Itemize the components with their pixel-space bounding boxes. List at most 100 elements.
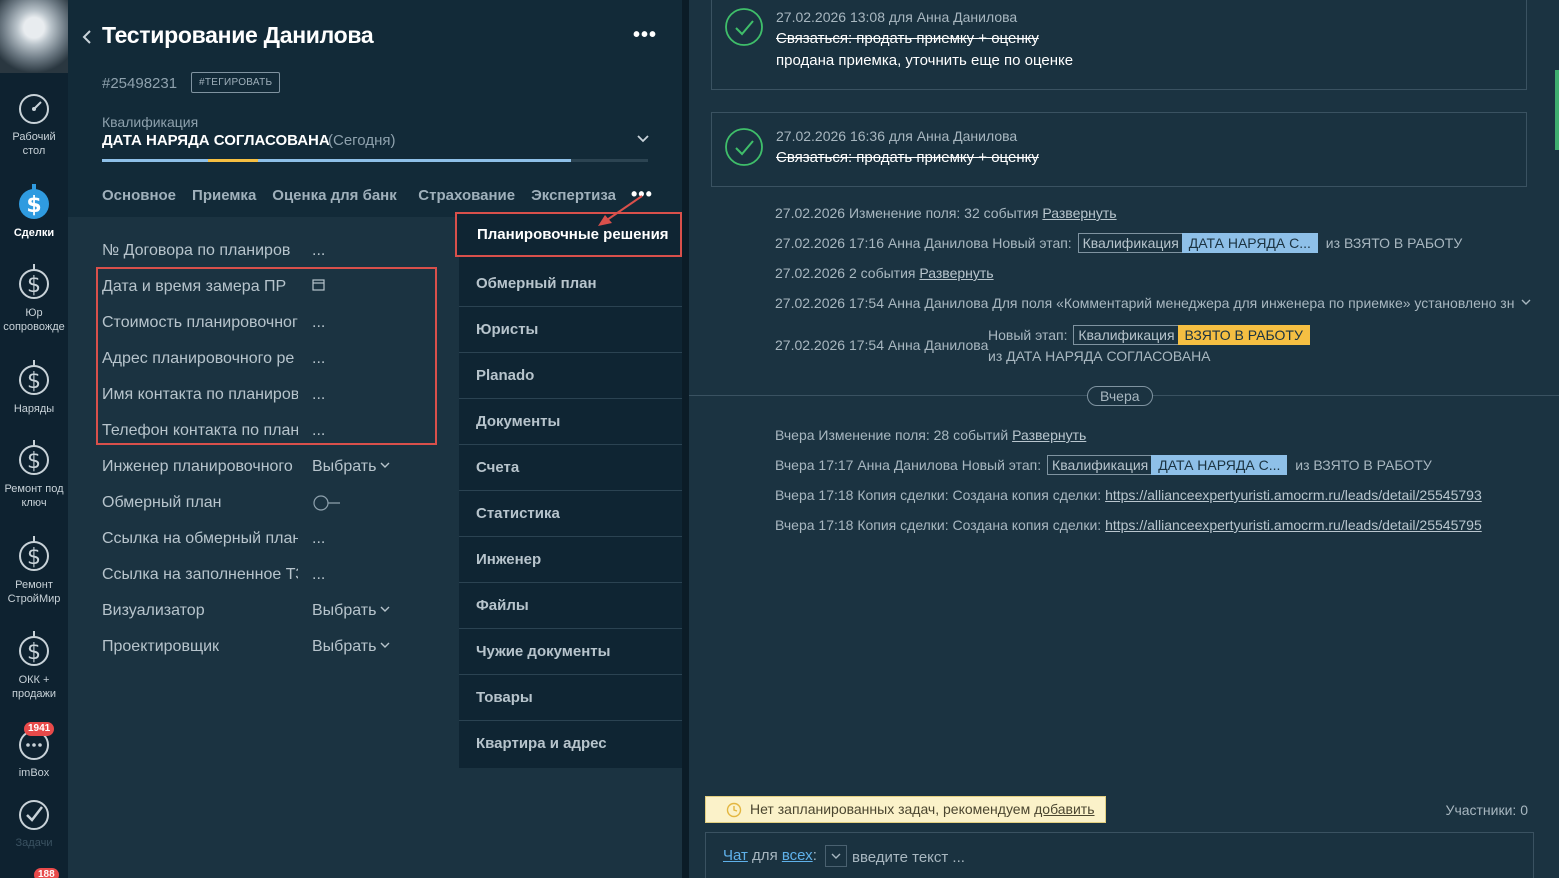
expand-link[interactable]: Развернуть bbox=[919, 265, 993, 281]
menu-item[interactable]: Planado bbox=[459, 354, 682, 399]
svg-text:$: $ bbox=[26, 193, 41, 218]
card-title[interactable]: Тестирование Данилова bbox=[102, 22, 374, 49]
scrollbar[interactable] bbox=[1555, 70, 1559, 150]
participants-count[interactable]: Участники: 0 bbox=[1446, 802, 1528, 818]
field-value[interactable] bbox=[312, 278, 325, 296]
task-result: продана приемка, уточнить еще по оценке bbox=[776, 52, 1074, 69]
menu-item[interactable]: Файлы bbox=[459, 584, 682, 629]
field-value[interactable]: ... bbox=[312, 242, 325, 260]
feed-event: Вчера 17:18 Копия сделки: Создана копия … bbox=[775, 487, 1482, 503]
expand-link[interactable]: Развернуть bbox=[1042, 205, 1116, 221]
back-arrow-icon[interactable] bbox=[80, 28, 94, 46]
field-row[interactable]: Адрес планировочного ре ... bbox=[102, 350, 462, 374]
tab-main[interactable]: Основное bbox=[102, 187, 176, 204]
nav-label: Рабочий стол bbox=[12, 131, 56, 157]
user-avatar[interactable] bbox=[0, 0, 68, 73]
field-label: Обмерный план bbox=[102, 494, 222, 511]
menu-item[interactable]: Чужие документы bbox=[459, 630, 682, 675]
event-text: из ДАТА НАРЯДА СОГЛАСОВАНА bbox=[988, 348, 1211, 364]
menu-item[interactable]: Обмерный план bbox=[459, 262, 682, 307]
lead-link[interactable]: https://allianceexpertyuristi.amocrm.ru/… bbox=[1105, 487, 1482, 503]
feed-event[interactable]: 27.02.2026 17:54 Анна Данилова Для поля … bbox=[775, 295, 1531, 311]
recipient-select[interactable] bbox=[825, 845, 847, 867]
stage-date: (Сегодня) bbox=[328, 132, 396, 149]
tab-acceptance[interactable]: Приемка bbox=[192, 187, 256, 204]
field-select[interactable]: Выбрать bbox=[312, 602, 390, 620]
check-circle-icon[interactable] bbox=[724, 127, 764, 167]
menu-item[interactable]: Товары bbox=[459, 676, 682, 721]
field-value[interactable]: ... bbox=[312, 386, 325, 404]
nav-item-imbox[interactable]: 1941 imBox bbox=[0, 722, 68, 780]
menu-item[interactable]: Инженер bbox=[459, 538, 682, 583]
field-row[interactable]: Ссылка на заполненное ТЗ ... bbox=[102, 566, 462, 590]
card-more-icon[interactable]: ••• bbox=[633, 24, 657, 47]
field-select[interactable]: Выбрать bbox=[312, 458, 390, 476]
chat-input[interactable] bbox=[852, 845, 1452, 869]
event-text: из ВЗЯТО В РАБОТУ bbox=[1291, 457, 1432, 473]
nav-item-turnkey[interactable]: $ Ремонт под ключ bbox=[0, 438, 68, 510]
calendar-icon[interactable] bbox=[312, 278, 325, 291]
menu-item[interactable]: Юристы bbox=[459, 308, 682, 353]
field-value[interactable]: ... bbox=[312, 566, 325, 584]
field-row[interactable]: Имя контакта по планиров ... bbox=[102, 386, 462, 410]
nav-item-tasks[interactable]: Задачи bbox=[0, 798, 68, 850]
field-select[interactable]: Выбрать bbox=[312, 638, 390, 656]
task-meta: 27.02.2026 13:08 для Анна Данилова bbox=[776, 9, 1018, 25]
field-toggle[interactable] bbox=[312, 494, 342, 517]
pane-divider[interactable] bbox=[682, 0, 689, 878]
lead-id: #25498231 bbox=[102, 75, 178, 92]
field-value[interactable]: ... bbox=[312, 314, 325, 332]
event-text: 27.02.2026 2 события bbox=[775, 265, 920, 281]
menu-item[interactable]: Счета bbox=[459, 446, 682, 491]
tab-insurance[interactable]: Страхование bbox=[418, 187, 515, 204]
chat-recipients-link[interactable]: всех bbox=[782, 847, 813, 864]
dollar-icon: $ bbox=[19, 184, 49, 219]
check-circle-icon[interactable] bbox=[724, 7, 764, 47]
notice-text: Нет запланированных задач, рекомендуем bbox=[750, 801, 1035, 817]
field-value[interactable]: ... bbox=[312, 350, 325, 368]
event-text: Вчера 17:18 Копия сделки: Создана копия … bbox=[775, 517, 1106, 533]
tab-bank[interactable]: Оценка для банк bbox=[272, 187, 402, 204]
feed-event: Вчера 17:18 Копия сделки: Создана копия … bbox=[775, 517, 1482, 533]
nav-item-orders[interactable]: $ Наряды bbox=[0, 358, 68, 416]
nav-item-okk[interactable]: $ ОКК + продажи bbox=[0, 629, 68, 701]
nav-item-legal[interactable]: $ Юр сопровожде bbox=[0, 262, 68, 334]
field-row[interactable]: Визуализатор Выбрать bbox=[102, 602, 462, 626]
field-row[interactable]: Стоимость планировочного ... bbox=[102, 314, 462, 338]
completed-task[interactable]: 27.02.2026 13:08 для Анна Данилова Связа… bbox=[711, 0, 1527, 90]
chevron-down-icon[interactable] bbox=[1521, 299, 1531, 306]
field-row[interactable]: Проектировщик Выбрать bbox=[102, 638, 462, 662]
field-row[interactable]: Дата и время замера ПР bbox=[102, 278, 462, 302]
menu-item[interactable]: Квартира и адрес bbox=[459, 722, 682, 767]
tag-button[interactable]: #ТЕГИРОВАТЬ bbox=[191, 72, 281, 93]
menu-item[interactable]: Статистика bbox=[459, 492, 682, 537]
chevron-down-icon[interactable] bbox=[636, 132, 650, 146]
field-value[interactable]: ... bbox=[312, 530, 325, 548]
nav-item-deals[interactable]: $ Сделки bbox=[0, 182, 68, 240]
field-row[interactable]: Телефон контакта по план ... bbox=[102, 422, 462, 446]
field-row[interactable]: № Договора по планиров ... bbox=[102, 242, 462, 266]
chevron-down-icon bbox=[380, 606, 390, 612]
completed-task[interactable]: 27.02.2026 16:36 для Анна Данилова Связа… bbox=[711, 112, 1527, 187]
svg-text:$: $ bbox=[27, 545, 41, 570]
event-text: Новый этап: bbox=[988, 327, 1072, 343]
menu-item[interactable]: Документы bbox=[459, 400, 682, 445]
toggle-icon[interactable] bbox=[312, 494, 342, 512]
lead-link[interactable]: https://allianceexpertyuristi.amocrm.ru/… bbox=[1105, 517, 1482, 533]
add-task-link[interactable]: добавить bbox=[1034, 801, 1094, 817]
no-tasks-notice: Нет запланированных задач, рекомендуем д… bbox=[705, 796, 1106, 823]
nav-label: Ремонт СтройМир bbox=[7, 579, 61, 605]
field-value[interactable]: ... bbox=[312, 422, 325, 440]
field-row[interactable]: Ссылка на обмерный план ... bbox=[102, 530, 462, 554]
nav-item-stroymir[interactable]: $ Ремонт СтройМир bbox=[0, 534, 68, 606]
stage-badge: ДАТА НАРЯДА С... bbox=[1151, 455, 1288, 475]
chat-composer: Чат для всех: bbox=[705, 832, 1534, 878]
field-row[interactable]: Инженер планировочного Выбрать bbox=[102, 458, 462, 482]
chat-mode-link[interactable]: Чат bbox=[723, 847, 748, 864]
expand-link[interactable]: Развернуть bbox=[1012, 427, 1086, 443]
nav-item-dashboard[interactable]: Рабочий стол bbox=[0, 92, 68, 158]
pipeline-pill: Квалификация bbox=[1077, 233, 1184, 253]
dashboard-icon bbox=[19, 94, 49, 124]
stage-name[interactable]: ДАТА НАРЯДА СОГЛАСОВАНА bbox=[102, 132, 330, 149]
field-row[interactable]: Обмерный план bbox=[102, 494, 462, 518]
